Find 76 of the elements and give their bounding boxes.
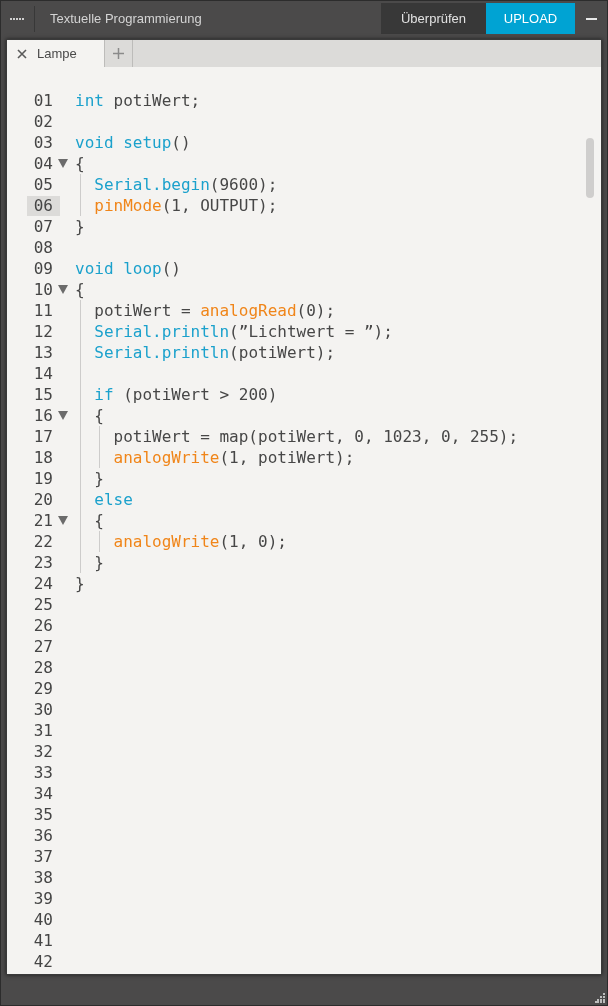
line-number: 04: [32, 153, 54, 174]
line-number: 32: [32, 741, 54, 762]
line-number: 06: [27, 195, 60, 216]
tab[interactable]: Lampe: [7, 40, 105, 67]
line-number: 42: [32, 951, 54, 972]
code-line: potiWert = analogRead(0);: [94, 300, 336, 321]
line-number: 29: [32, 678, 54, 699]
code-line: if (potiWert > 200): [94, 384, 278, 405]
line-number: 27: [32, 636, 54, 657]
code-line: analogWrite(1, 0);: [113, 531, 287, 552]
fold-down-triangle-icon[interactable]: [58, 411, 68, 420]
line-number: 02: [32, 111, 54, 132]
line-number: 18: [32, 447, 54, 468]
close-icon[interactable]: [17, 48, 27, 59]
line-number: 08: [32, 237, 54, 258]
code-line: {: [75, 153, 85, 174]
verify-button[interactable]: Überprüfen: [381, 3, 486, 34]
line-number: 20: [32, 489, 54, 510]
code-line: void loop(): [75, 258, 181, 279]
code-line: else: [94, 489, 133, 510]
line-number: 38: [32, 867, 54, 888]
line-number: 41: [32, 930, 54, 951]
code-line: pinMode(1, OUTPUT);: [94, 195, 278, 216]
code-line: {: [75, 279, 85, 300]
code-line: {: [94, 405, 104, 426]
line-number: 35: [32, 804, 54, 825]
code-line: int potiWert;: [75, 90, 201, 111]
line-number: 39: [32, 888, 54, 909]
code-line: Serial.println(potiWert);: [94, 342, 336, 363]
fold-down-triangle-icon[interactable]: [58, 159, 68, 168]
line-number: 34: [32, 783, 54, 804]
line-number: 16: [32, 405, 54, 426]
code-line: Serial.begin(9600);: [94, 174, 278, 195]
line-number: 33: [32, 762, 54, 783]
code-line: }: [94, 552, 104, 573]
line-number: 26: [32, 615, 54, 636]
line-number: 21: [32, 510, 54, 531]
line-number: 09: [32, 258, 54, 279]
line-number: 23: [32, 552, 54, 573]
code-line: analogWrite(1, potiWert);: [113, 447, 355, 468]
code-line: Serial.println(”Lichtwert = ”);: [94, 321, 393, 342]
code-line: {: [94, 510, 104, 531]
line-number: 10: [32, 279, 54, 300]
line-number: 40: [32, 909, 54, 930]
code-line: potiWert = map(potiWert, 0, 1023, 0, 255);: [113, 426, 519, 447]
line-number: 36: [32, 825, 54, 846]
line-number: 24: [32, 573, 54, 594]
line-number: 30: [32, 699, 54, 720]
code-line: }: [94, 468, 104, 489]
window-title: Textuelle Programmierung: [50, 9, 202, 28]
line-number: 17: [32, 426, 54, 447]
line-number: 22: [32, 531, 54, 552]
fold-down-triangle-icon[interactable]: [58, 516, 68, 525]
resize-grip-icon[interactable]: [595, 993, 605, 1003]
line-number: 28: [32, 657, 54, 678]
line-number: 31: [32, 720, 54, 741]
scrollbar-thumb[interactable]: [586, 138, 594, 198]
minimize-icon[interactable]: [585, 17, 597, 20]
grip-icon[interactable]: [10, 17, 25, 20]
line-number: 13: [32, 342, 54, 363]
line-number: 01: [32, 90, 54, 111]
line-number: 37: [32, 846, 54, 867]
line-number: 03: [32, 132, 54, 153]
code-line: void setup(): [75, 132, 191, 153]
line-number: 05: [32, 174, 54, 195]
plus-icon[interactable]: [113, 48, 124, 59]
line-number: 14: [32, 363, 54, 384]
fold-down-triangle-icon[interactable]: [58, 285, 68, 294]
line-number: 07: [32, 216, 54, 237]
line-number: 25: [32, 594, 54, 615]
code-line: }: [75, 573, 85, 594]
line-number: 19: [32, 468, 54, 489]
line-number: 11: [32, 300, 54, 321]
line-number: 15: [32, 384, 54, 405]
code-line: }: [75, 216, 85, 237]
line-number: 12: [32, 321, 54, 342]
